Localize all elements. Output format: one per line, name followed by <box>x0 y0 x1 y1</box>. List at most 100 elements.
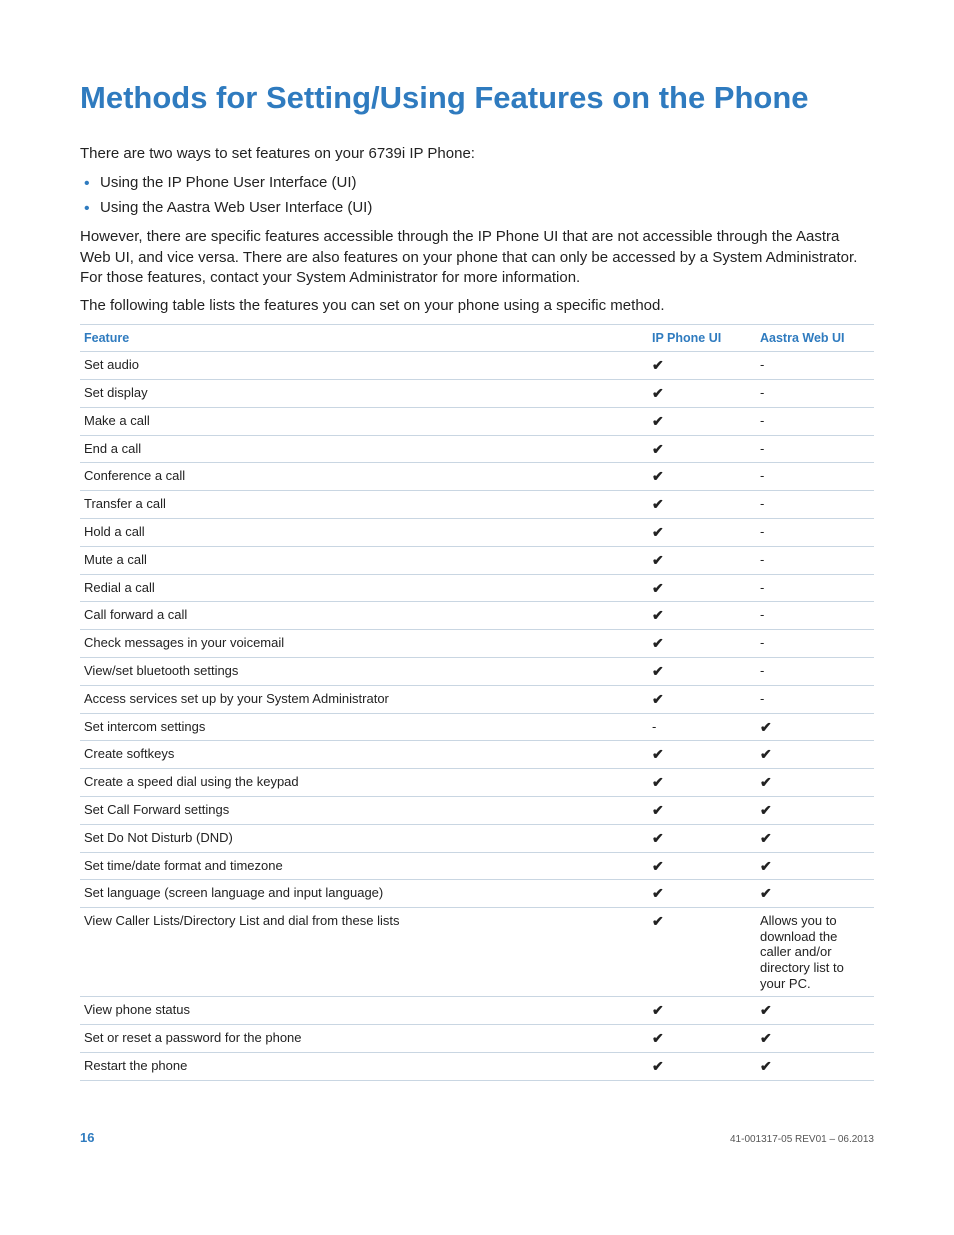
feature-cell: View/set bluetooth settings <box>80 658 648 686</box>
aastra-web-ui-cell: - <box>756 574 874 602</box>
feature-cell: Set display <box>80 380 648 408</box>
feature-cell: Call forward a call <box>80 602 648 630</box>
document-page: Methods for Setting/Using Features on th… <box>0 0 954 1235</box>
aastra-web-ui-cell: ✔ <box>756 1052 874 1080</box>
ip-phone-ui-cell: ✔ <box>648 997 756 1025</box>
table-row: Restart the phone✔✔ <box>80 1052 874 1080</box>
table-row: View/set bluetooth settings✔- <box>80 658 874 686</box>
check-icon: ✔ <box>652 1030 664 1046</box>
ip-phone-ui-cell: ✔ <box>648 630 756 658</box>
feature-cell: Set Call Forward settings <box>80 797 648 825</box>
document-id: 41-001317-05 REV01 – 06.2013 <box>730 1134 874 1145</box>
feature-cell: Set or reset a password for the phone <box>80 1024 648 1052</box>
check-icon: ✔ <box>760 858 772 874</box>
table-row: Conference a call✔ - <box>80 463 874 491</box>
ip-phone-ui-cell: ✔ <box>648 824 756 852</box>
aastra-web-ui-cell: Allows you to download the caller and/or… <box>756 908 874 997</box>
methods-list: Using the IP Phone User Interface (UI) U… <box>80 172 874 219</box>
aastra-web-ui-cell: ✔ <box>756 824 874 852</box>
feature-cell: Mute a call <box>80 546 648 574</box>
check-icon: ✔ <box>652 802 664 818</box>
check-icon: ✔ <box>760 802 772 818</box>
check-icon: ✔ <box>760 746 772 762</box>
check-icon: ✔ <box>760 885 772 901</box>
check-icon: ✔ <box>652 413 664 429</box>
feature-cell: Check messages in your voicemail <box>80 630 648 658</box>
ip-phone-ui-cell: ✔ <box>648 741 756 769</box>
ip-phone-ui-cell: ✔ <box>648 546 756 574</box>
check-icon: ✔ <box>652 774 664 790</box>
aastra-web-ui-cell: ✔ <box>756 713 874 741</box>
table-row: Hold a call✔- <box>80 519 874 547</box>
check-icon: ✔ <box>652 357 664 373</box>
check-icon: ✔ <box>760 1058 772 1074</box>
check-icon: ✔ <box>652 1058 664 1074</box>
ip-phone-ui-cell: ✔ <box>648 352 756 380</box>
aastra-web-ui-cell: - <box>756 463 874 491</box>
aastra-web-ui-cell: - <box>756 407 874 435</box>
ip-phone-ui-cell: ✔ <box>648 880 756 908</box>
check-icon: ✔ <box>652 607 664 623</box>
table-row: Set display✔- <box>80 380 874 408</box>
feature-cell: Set Do Not Disturb (DND) <box>80 824 648 852</box>
table-header-row: Feature IP Phone UI Aastra Web UI <box>80 325 874 352</box>
ip-phone-ui-cell: ✔ <box>648 1052 756 1080</box>
ip-phone-ui-cell: ✔ <box>648 769 756 797</box>
header-aastra-web-ui: Aastra Web UI <box>756 325 874 352</box>
aastra-web-ui-cell: - <box>756 435 874 463</box>
check-icon: ✔ <box>652 913 664 929</box>
aastra-web-ui-cell: ✔ <box>756 741 874 769</box>
aastra-web-ui-cell: - <box>756 352 874 380</box>
table-row: Set audio✔- <box>80 352 874 380</box>
check-icon: ✔ <box>760 1002 772 1018</box>
table-body: Set audio✔-Set display✔-Make a call✔-End… <box>80 352 874 1080</box>
feature-cell: Create softkeys <box>80 741 648 769</box>
check-icon: ✔ <box>652 663 664 679</box>
table-row: Set or reset a password for the phone✔✔ <box>80 1024 874 1052</box>
aastra-web-ui-cell: ✔ <box>756 880 874 908</box>
ip-phone-ui-cell: ✔ <box>648 852 756 880</box>
feature-cell: Conference a call <box>80 463 648 491</box>
check-icon: ✔ <box>760 1030 772 1046</box>
check-icon: ✔ <box>652 385 664 401</box>
check-icon: ✔ <box>652 885 664 901</box>
feature-cell: Restart the phone <box>80 1052 648 1080</box>
aastra-web-ui-cell: ✔ <box>756 769 874 797</box>
aastra-web-ui-cell: ✔ <box>756 797 874 825</box>
list-item: Using the IP Phone User Interface (UI) <box>100 172 874 195</box>
feature-cell: View Caller Lists/Directory List and dia… <box>80 908 648 997</box>
table-row: Create a speed dial using the keypad✔✔ <box>80 769 874 797</box>
check-icon: ✔ <box>652 468 664 484</box>
page-footer: 16 41-001317-05 REV01 – 06.2013 <box>80 1130 874 1145</box>
check-icon: ✔ <box>652 580 664 596</box>
aastra-web-ui-cell: ✔ <box>756 997 874 1025</box>
feature-cell: Make a call <box>80 407 648 435</box>
ip-phone-ui-cell: ✔ <box>648 685 756 713</box>
ip-phone-ui-cell: - <box>648 713 756 741</box>
aastra-web-ui-cell: ✔ <box>756 1024 874 1052</box>
ip-phone-ui-cell: ✔ <box>648 435 756 463</box>
table-row: Access services set up by your System Ad… <box>80 685 874 713</box>
feature-cell: View phone status <box>80 997 648 1025</box>
ip-phone-ui-cell: ✔ <box>648 574 756 602</box>
check-icon: ✔ <box>652 524 664 540</box>
page-title: Methods for Setting/Using Features on th… <box>80 80 874 116</box>
table-row: Call forward a call✔- <box>80 602 874 630</box>
feature-cell: Redial a call <box>80 574 648 602</box>
check-icon: ✔ <box>652 552 664 568</box>
feature-cell: Access services set up by your System Ad… <box>80 685 648 713</box>
paragraph-following: The following table lists the features y… <box>80 296 874 316</box>
ip-phone-ui-cell: ✔ <box>648 380 756 408</box>
ip-phone-ui-cell: ✔ <box>648 519 756 547</box>
paragraph-however: However, there are specific features acc… <box>80 227 874 288</box>
ip-phone-ui-cell: ✔ <box>648 407 756 435</box>
ip-phone-ui-cell: ✔ <box>648 658 756 686</box>
table-row: End a call✔- <box>80 435 874 463</box>
table-row: View phone status✔✔ <box>80 997 874 1025</box>
ip-phone-ui-cell: ✔ <box>648 908 756 997</box>
list-item: Using the Aastra Web User Interface (UI) <box>100 197 874 220</box>
feature-cell: Transfer a call <box>80 491 648 519</box>
check-icon: ✔ <box>652 746 664 762</box>
feature-cell: Set time/date format and timezone <box>80 852 648 880</box>
aastra-web-ui-cell: - <box>756 491 874 519</box>
